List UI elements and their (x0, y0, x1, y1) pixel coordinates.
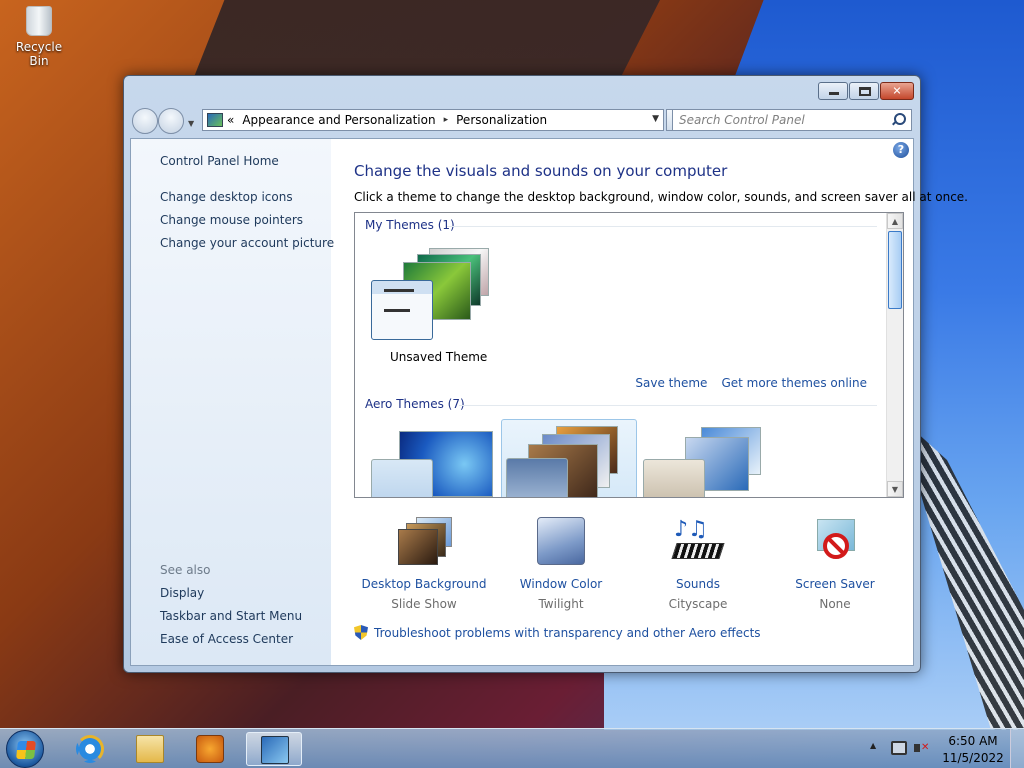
window-color-value: Twilight (538, 597, 584, 611)
theme-thumbnail-unsaved[interactable] (369, 246, 499, 346)
recent-pages-dropdown-icon[interactable]: ▼ (188, 119, 194, 128)
close-button[interactable]: ✕ (880, 82, 914, 100)
themes-list: My Themes (1) Unsaved Theme Save theme G… (354, 212, 904, 498)
page-title: Change the visuals and sounds on your co… (354, 162, 728, 180)
breadcrumb-appearance[interactable]: Appearance and Personalization (242, 113, 435, 127)
page-subtitle: Click a theme to change the desktop back… (354, 190, 968, 204)
change-mouse-pointers-link[interactable]: Change mouse pointers (160, 213, 303, 227)
forward-button[interactable] (158, 108, 184, 134)
get-more-themes-link[interactable]: Get more themes online (721, 376, 867, 390)
taskbar: ▲ 6:50 AM 11/5/2022 (0, 728, 1024, 768)
breadcrumb-separator-icon[interactable]: ▸ (444, 115, 449, 125)
windows-logo-icon (16, 741, 36, 759)
window-preview-icon (371, 459, 433, 497)
client-area: Control Panel Home Change desktop icons … (130, 138, 968, 666)
window-preview-icon (643, 459, 705, 497)
back-button[interactable] (132, 108, 158, 134)
sounds-value: Cityscape (668, 597, 728, 611)
scroll-down-icon[interactable]: ▼ (887, 481, 903, 497)
show-hidden-icons-icon[interactable]: ▲ (870, 741, 876, 750)
clock-time: 6:50 AM (948, 734, 998, 748)
clock[interactable]: 6:50 AM 11/5/2022 (938, 733, 1008, 767)
clock-date: 11/5/2022 (942, 751, 1004, 765)
recycle-bin-icon (26, 6, 52, 36)
start-button[interactable] (6, 730, 44, 768)
search-placeholder[interactable]: Search Control Panel (679, 113, 891, 127)
window-preview-icon (371, 280, 433, 340)
taskbar-windows-explorer[interactable] (122, 732, 178, 766)
theme-thumbnail-windows-7[interactable] (369, 425, 499, 497)
save-theme-link[interactable]: Save theme (635, 376, 707, 390)
search-icon[interactable] (891, 113, 906, 127)
window-controls: ✕ (818, 82, 914, 100)
network-icon[interactable] (891, 741, 907, 755)
volume-muted-icon[interactable] (914, 740, 930, 756)
theme-thumbnail-characters[interactable] (641, 425, 771, 497)
change-desktop-icons-link[interactable]: Change desktop icons (160, 190, 293, 204)
address-chevrons[interactable]: « (227, 113, 234, 127)
sounds-label[interactable]: Sounds (628, 577, 768, 591)
screen-saver-icon (809, 517, 861, 567)
my-themes-heading: My Themes (1) (365, 218, 455, 232)
taskbar-internet-explorer[interactable] (62, 732, 118, 766)
folder-icon (136, 735, 164, 763)
address-dropdown-icon[interactable]: ▼ (652, 114, 659, 124)
desktop-background-value: Slide Show (391, 597, 457, 611)
breadcrumb-personalization[interactable]: Personalization (456, 113, 547, 127)
minimize-icon (829, 92, 839, 95)
control-panel-home-link[interactable]: Control Panel Home (160, 154, 279, 168)
screen-saver-button[interactable]: Screen Saver None (765, 517, 905, 611)
window-preview-icon (506, 458, 568, 497)
taskbar-media-player[interactable] (182, 732, 238, 766)
taskbar-control-panel[interactable] (246, 732, 302, 766)
shield-icon (354, 625, 368, 640)
themes-scrollbar[interactable]: ▲ ▼ (886, 213, 903, 497)
desktop-background-icon (398, 517, 452, 567)
sounds-icon: ♪♫ (671, 517, 725, 567)
troubleshoot-aero-text[interactable]: Troubleshoot problems with transparency … (374, 626, 761, 640)
troubleshoot-aero-link[interactable]: Troubleshoot problems with transparency … (354, 625, 761, 640)
change-account-picture-link[interactable]: Change your account picture (160, 236, 334, 250)
group-divider (447, 226, 877, 227)
theme-label-unsaved[interactable]: Unsaved Theme (390, 350, 487, 364)
window-color-button[interactable]: Window Color Twilight (491, 517, 631, 611)
ease-of-access-link[interactable]: Ease of Access Center (160, 632, 293, 646)
desktop-background-label[interactable]: Desktop Background (354, 577, 494, 591)
minimize-button[interactable] (818, 82, 848, 100)
screen-saver-value: None (819, 597, 851, 611)
screen-saver-label[interactable]: Screen Saver (765, 577, 905, 591)
control-panel-icon (261, 736, 289, 764)
group-divider (459, 405, 877, 406)
theme-thumbnail-architecture[interactable] (501, 419, 637, 497)
desktop-icon-recycle-bin[interactable]: Recycle Bin (6, 6, 72, 68)
show-desktop-button[interactable] (1010, 729, 1024, 768)
display-link[interactable]: Display (160, 586, 204, 600)
window-color-label[interactable]: Window Color (491, 577, 631, 591)
theme-links: Save theme Get more themes online (635, 376, 867, 390)
scroll-thumb[interactable] (888, 231, 902, 309)
help-icon[interactable]: ? (893, 142, 909, 158)
maximize-button[interactable] (849, 82, 879, 100)
media-player-icon (196, 735, 224, 763)
personalization-window: ✕ ▼ « Appearance and Personalization ▸ P… (123, 75, 968, 673)
maximize-icon (859, 87, 871, 96)
desktop-icon-label: Recycle Bin (15, 40, 63, 68)
search-box[interactable]: Search Control Panel (672, 109, 912, 131)
desktop-background-button[interactable]: Desktop Background Slide Show (354, 517, 494, 611)
window-color-icon (535, 517, 587, 567)
navigation-bar: ▼ « Appearance and Personalization ▸ Per… (130, 107, 914, 135)
control-panel-icon (207, 113, 223, 127)
internet-explorer-icon (76, 735, 104, 763)
address-bar[interactable]: « Appearance and Personalization ▸ Perso… (202, 109, 664, 131)
see-also-heading: See also (160, 563, 211, 577)
sounds-button[interactable]: ♪♫ Sounds Cityscape (628, 517, 768, 611)
scroll-up-icon[interactable]: ▲ (887, 213, 903, 229)
aero-themes-heading: Aero Themes (7) (365, 397, 465, 411)
sidebar: Control Panel Home Change desktop icons … (131, 139, 334, 665)
taskbar-start-menu-link[interactable]: Taskbar and Start Menu (160, 609, 302, 623)
close-icon: ✕ (892, 84, 902, 98)
